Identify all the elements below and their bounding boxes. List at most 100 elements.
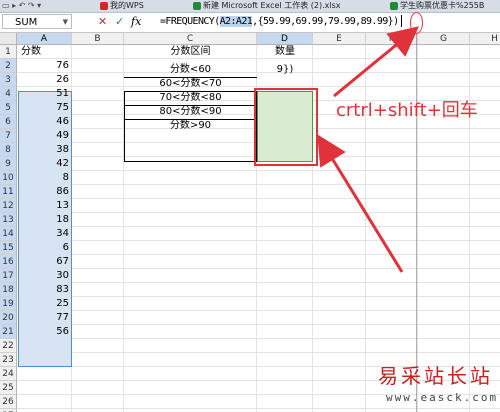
cell-a17[interactable]: 30 — [17, 269, 72, 283]
cell-a14[interactable]: 34 — [17, 227, 72, 241]
tab-wps[interactable]: 我的WPS — [100, 0, 144, 12]
cell-c4[interactable]: 70<分数<80 — [124, 91, 257, 105]
grid-row-line — [17, 226, 500, 227]
highlight-box — [254, 88, 318, 166]
cell-a8[interactable]: 38 — [17, 143, 72, 157]
cell-a20[interactable]: 77 — [17, 311, 72, 325]
row-header[interactable]: 1 — [0, 45, 17, 59]
wps-logo-icon — [100, 2, 108, 10]
row-header[interactable]: 7 — [0, 129, 17, 143]
cell-a21[interactable]: 56 — [17, 325, 72, 339]
grid-row-line — [17, 254, 500, 255]
row-header[interactable]: 15 — [0, 241, 17, 255]
row-header[interactable]: 2 — [0, 59, 17, 73]
grid-row-line — [17, 170, 500, 171]
grid-row-line — [17, 268, 500, 269]
tab-label: 学生购票优惠卡%255B — [400, 1, 485, 10]
tab-excel-file[interactable]: 新建 Microsoft Excel 工作表 (2).xlsx — [193, 0, 341, 12]
row-header[interactable]: 11 — [0, 185, 17, 199]
row-header[interactable]: 24 — [0, 367, 17, 381]
grid-row-line — [17, 184, 500, 185]
grid-row-line — [17, 310, 500, 311]
cell-d2-editing[interactable]: 9}) — [257, 63, 313, 77]
cell-a6[interactable]: 46 — [17, 115, 72, 129]
tab-bar: ▭ ▸ ↶ ↷ ▾ 我的WPS 新建 Microsoft Excel 工作表 (… — [0, 0, 500, 13]
cell-a16[interactable]: 67 — [17, 255, 72, 269]
row-header[interactable]: 17 — [0, 269, 17, 283]
cell-a19[interactable]: 25 — [17, 297, 72, 311]
grid-row-line — [17, 324, 500, 325]
spreadsheet-grid[interactable]: ABCDEFGH 1 2 3 4 5 6 7 8 9 10 11 12 13 14 15 16 17 18 19 20… — [0, 33, 500, 412]
cell-c5[interactable]: 80<分数<90 — [124, 105, 257, 119]
row-header[interactable]: 6 — [0, 115, 17, 129]
column-header-d[interactable]: D — [257, 33, 313, 45]
shortcut-callout: crtrl+shift+回车 — [336, 100, 478, 121]
cell-a5[interactable]: 75 — [17, 101, 72, 115]
formula-suffix: ,{59.99,69.99,79.99,89.99}) — [252, 16, 399, 27]
cell-a13[interactable]: 18 — [17, 213, 72, 227]
toolbar-icons[interactable]: ▭ ▸ ↶ ↷ ▾ — [2, 0, 41, 12]
cell-a10[interactable]: 8 — [17, 171, 72, 185]
column-header-a[interactable]: A — [17, 33, 72, 45]
name-box-value: SUM — [15, 17, 38, 28]
cell-a7[interactable]: 49 — [17, 129, 72, 143]
row-header[interactable]: 20 — [0, 311, 17, 325]
row-header[interactable]: 25 — [0, 381, 17, 395]
text-caret — [400, 15, 402, 27]
column-header-h[interactable]: H — [470, 33, 500, 45]
formula-prefix: =FREQUENCY( — [160, 16, 220, 27]
cell-a9[interactable]: 42 — [17, 157, 72, 171]
row-header[interactable]: 18 — [0, 283, 17, 297]
row-header[interactable]: 21 — [0, 325, 17, 339]
column-header-b[interactable]: B — [72, 33, 124, 45]
select-all-corner[interactable] — [0, 33, 17, 45]
row-header[interactable]: 4 — [0, 87, 17, 101]
row-header[interactable]: 12 — [0, 199, 17, 213]
cell-a18[interactable]: 83 — [17, 283, 72, 297]
watermark-url: www.easck.com — [386, 391, 499, 404]
column-header-c[interactable]: C — [124, 33, 257, 45]
grid-row-line — [17, 240, 500, 241]
tab-ticket-file[interactable]: 学生购票优惠卡%255B — [390, 0, 484, 12]
chevron-down-icon[interactable]: ▼ — [63, 15, 68, 30]
column-header-g[interactable]: G — [418, 33, 470, 45]
cell-a11[interactable]: 86 — [17, 185, 72, 199]
column-header-e[interactable]: E — [313, 33, 366, 45]
row-header[interactable]: 14 — [0, 227, 17, 241]
tab-label: 新建 Microsoft Excel 工作表 (2).xlsx — [203, 1, 341, 10]
row-header[interactable]: 19 — [0, 297, 17, 311]
row-header[interactable]: 5 — [0, 101, 17, 115]
cell-c1[interactable]: 分数区间 — [124, 45, 257, 59]
row-header[interactable]: 23 — [0, 353, 17, 367]
grid-row-line — [17, 338, 500, 339]
insert-function-button[interactable]: fx — [131, 15, 141, 29]
row-header[interactable]: 13 — [0, 213, 17, 227]
row-header[interactable]: 10 — [0, 171, 17, 185]
column-header-f[interactable]: F — [366, 33, 418, 45]
row-header[interactable]: 16 — [0, 255, 17, 269]
cell-d1[interactable]: 数量 — [257, 45, 313, 59]
cell-a12[interactable]: 13 — [17, 199, 72, 213]
spreadsheet-icon — [193, 2, 201, 10]
tab-label: 我的WPS — [110, 1, 144, 10]
formula-bar: SUM ▼ ✕ ✓ fx =FREQUENCY(A2:A21,{59.99,69… — [0, 13, 500, 33]
cell-c2[interactable]: 分数<60 — [124, 63, 257, 77]
row-header[interactable]: 8 — [0, 143, 17, 157]
cell-a1[interactable]: 分数 — [19, 45, 72, 59]
row-header[interactable]: 3 — [0, 73, 17, 87]
row-header[interactable]: 9 — [0, 157, 17, 171]
name-box[interactable]: SUM ▼ — [2, 14, 72, 29]
cell-c6[interactable]: 分数>90 — [124, 119, 257, 133]
cell-a3[interactable]: 26 — [17, 73, 72, 87]
cell-c3[interactable]: 60<分数<70 — [124, 77, 257, 91]
row-header[interactable]: 22 — [0, 339, 17, 353]
cancel-formula-button[interactable]: ✕ — [98, 15, 107, 29]
row-header[interactable]: 26 — [0, 395, 17, 409]
cell-a4[interactable]: 51 — [17, 87, 72, 101]
confirm-formula-button[interactable]: ✓ — [115, 15, 124, 29]
cell-a15[interactable]: 6 — [17, 241, 72, 255]
formula-input[interactable]: =FREQUENCY(A2:A21,{59.99,69.99,79.99,89.… — [160, 15, 402, 29]
cell-a2[interactable]: 76 — [17, 59, 72, 73]
grid-row-line — [17, 352, 500, 353]
grid-row-line — [17, 296, 500, 297]
